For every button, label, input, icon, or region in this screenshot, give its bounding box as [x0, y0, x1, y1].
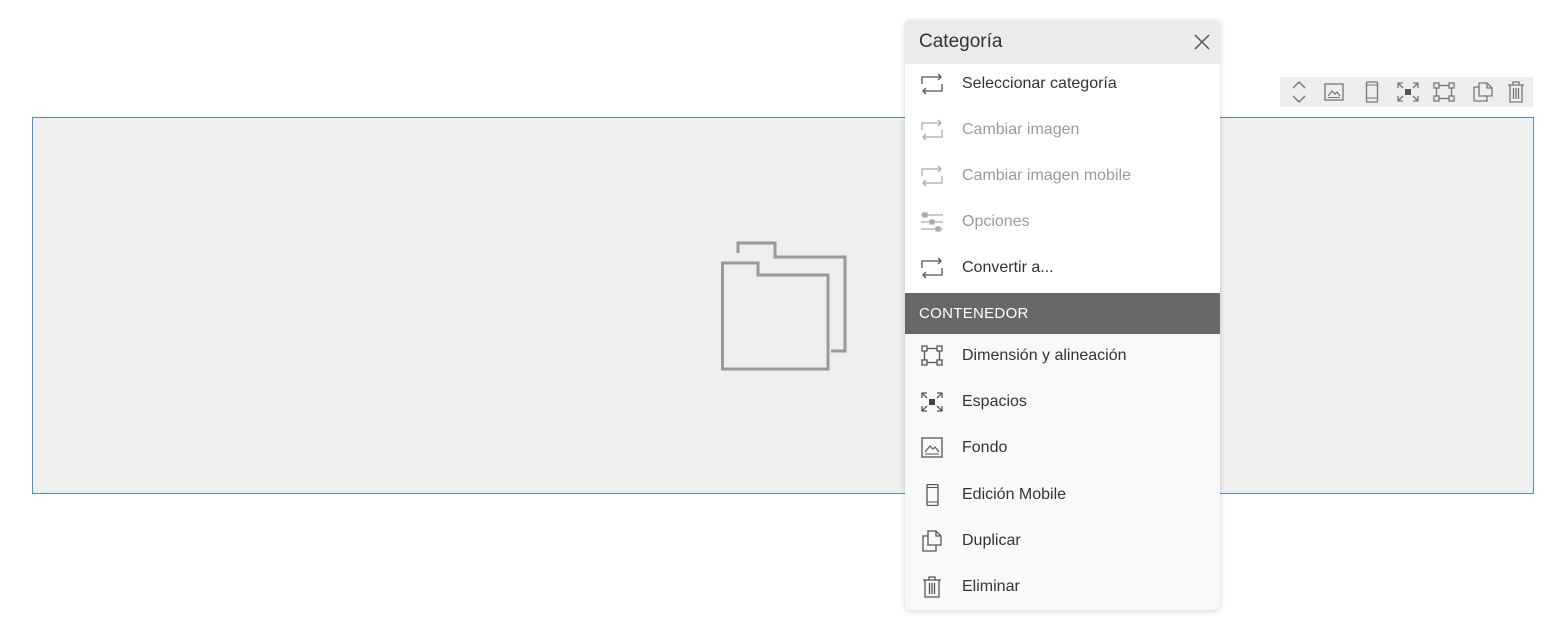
spacing-icon: [1397, 82, 1419, 102]
swap-icon: [921, 257, 943, 279]
swap-icon: [921, 165, 943, 187]
menu-header: Categoría: [905, 20, 1220, 64]
page-canvas: Categoría Seleccionar categoría Cambiar …: [0, 0, 1555, 639]
menu-item-mobile-edit[interactable]: Edición Mobile: [905, 475, 1220, 515]
category-container-block[interactable]: [32, 117, 1534, 494]
duplicate-icon: [1473, 82, 1493, 102]
dimension-icon: [921, 345, 943, 366]
menu-item-label: Opciones: [962, 213, 1030, 230]
sliders-icon: [921, 212, 943, 232]
menu-item-label: Eliminar: [962, 578, 1020, 595]
swap-icon: [921, 73, 943, 95]
spacing-button[interactable]: [1397, 81, 1419, 103]
menu-item-dimension-alignment[interactable]: Dimensión y alineación: [905, 336, 1220, 376]
container-section-header: CONTENEDOR: [905, 293, 1220, 334]
category-menu: Categoría Seleccionar categoría Cambiar …: [905, 20, 1220, 610]
mobile-edit-button[interactable]: [1361, 81, 1383, 103]
menu-item-delete[interactable]: Eliminar: [905, 567, 1220, 607]
menu-item-label: Fondo: [962, 439, 1008, 456]
dimension-icon: [1433, 82, 1455, 102]
trash-icon: [923, 576, 941, 598]
menu-item-background[interactable]: Fondo: [905, 428, 1220, 468]
menu-item-options: Opciones: [905, 202, 1220, 242]
duplicate-icon: [922, 530, 942, 552]
background-button[interactable]: [1323, 81, 1345, 103]
dimension-button[interactable]: [1433, 81, 1455, 103]
menu-item-label: Dimensión y alineación: [962, 347, 1127, 364]
menu-item-select-category[interactable]: Seleccionar categoría: [905, 64, 1220, 104]
mobile-icon: [926, 484, 939, 506]
menu-item-label: Cambiar imagen mobile: [962, 167, 1131, 184]
swap-icon: [921, 119, 943, 141]
image-icon: [921, 437, 943, 458]
menu-item-label: Edición Mobile: [962, 486, 1067, 503]
section-title: CONTENEDOR: [919, 305, 1029, 322]
menu-item-spacing[interactable]: Espacios: [905, 382, 1220, 422]
menu-item-convert-to[interactable]: Convertir a...: [905, 248, 1220, 288]
image-icon: [1324, 83, 1344, 101]
spacing-icon: [921, 392, 943, 412]
trash-icon: [1508, 81, 1524, 103]
menu-item-label: Convertir a...: [962, 259, 1054, 276]
move-up-down-button[interactable]: [1288, 81, 1310, 103]
menu-item-label: Duplicar: [962, 532, 1021, 549]
menu-item-change-mobile-image: Cambiar imagen mobile: [905, 156, 1220, 196]
menu-item-label: Cambiar imagen: [962, 121, 1080, 138]
block-toolbar: [1280, 77, 1533, 107]
close-icon[interactable]: [1190, 30, 1214, 54]
menu-item-change-image: Cambiar imagen: [905, 110, 1220, 150]
move-up-down-icon: [1292, 81, 1306, 103]
delete-button[interactable]: [1505, 81, 1527, 103]
menu-item-label: Seleccionar categoría: [962, 75, 1117, 92]
menu-item-label: Espacios: [962, 393, 1027, 410]
mobile-icon: [1365, 81, 1379, 103]
menu-title: Categoría: [919, 31, 1003, 52]
duplicate-button[interactable]: [1472, 81, 1494, 103]
menu-item-duplicate[interactable]: Duplicar: [905, 521, 1220, 561]
folder-icon: [721, 241, 847, 371]
